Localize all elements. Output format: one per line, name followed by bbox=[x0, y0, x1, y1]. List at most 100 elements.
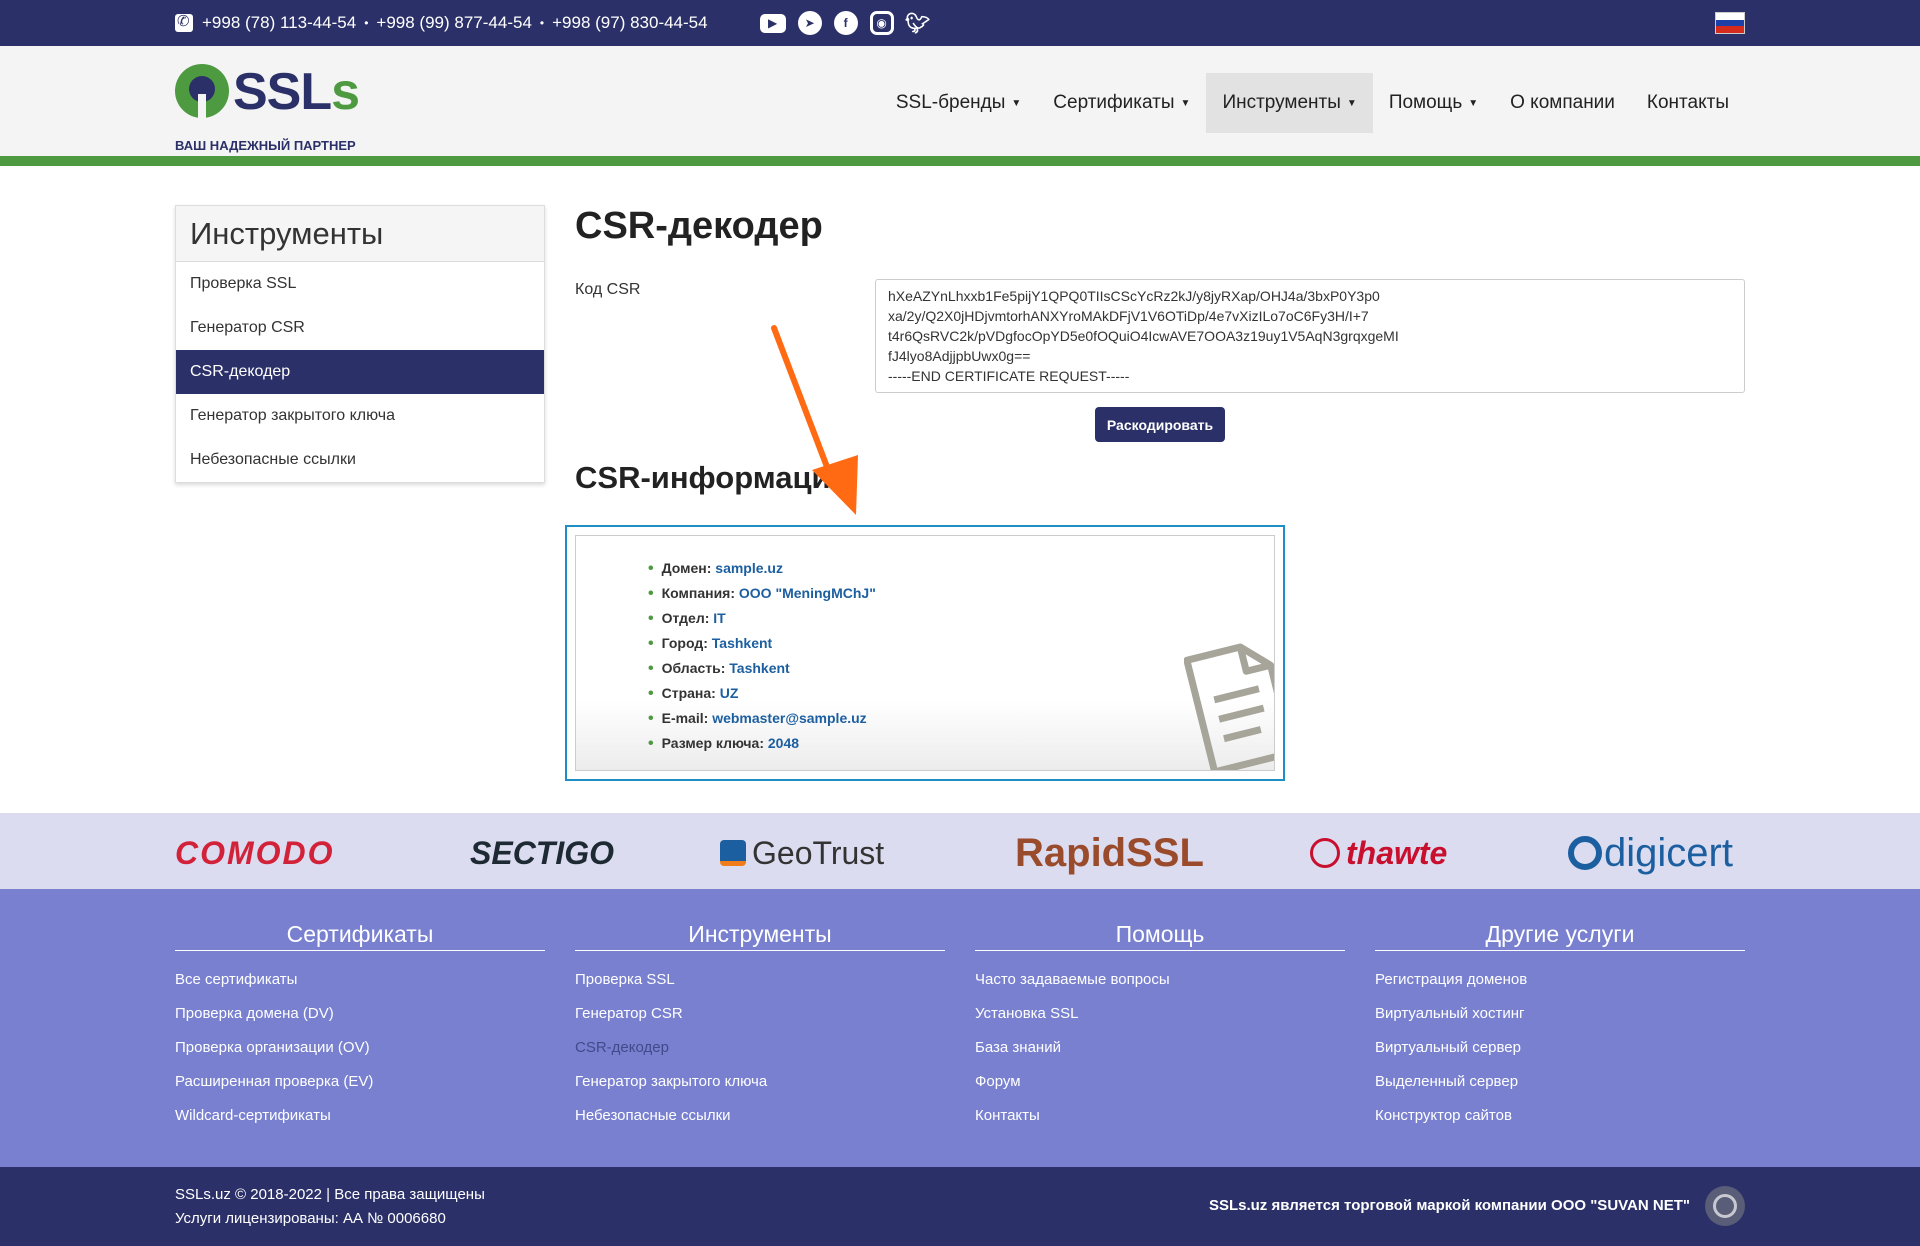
license-text: Услуги лицензированы: АА № 0006680 bbox=[175, 1210, 446, 1227]
footer-link[interactable]: Установка SSL bbox=[975, 997, 1345, 1031]
nav-about[interactable]: О компании bbox=[1494, 73, 1631, 133]
footer-link[interactable]: Проверка SSL bbox=[575, 963, 945, 997]
csr-textarea[interactable]: · hXeAZYnLhxxb1Fe5pijY1QPQ0TIIsCScYcRz2k… bbox=[875, 279, 1745, 393]
logo-tagline: ВАШ НАДЕЖНЫЙ ПАРТНЕР bbox=[175, 138, 356, 153]
sidebar-item-csr-generator[interactable]: Генератор CSR bbox=[176, 306, 544, 350]
brand-logo-thawte[interactable]: thawte bbox=[1310, 833, 1447, 873]
csr-line: · bbox=[888, 280, 1732, 286]
brand-strip: COMODO SECTIGO GeoTrust RapidSSL thawte … bbox=[0, 813, 1920, 889]
keyhole-logo-icon bbox=[175, 64, 229, 118]
twitter-icon[interactable]: 🐦︎ bbox=[905, 11, 930, 35]
tools-sidebar: Инструменты Проверка SSL Генератор CSR C… bbox=[175, 205, 545, 483]
footer-column-help: Помощь Часто задаваемые вопросы Установк… bbox=[975, 921, 1345, 1133]
nav-certificates[interactable]: Сертификаты ▼ bbox=[1037, 73, 1206, 133]
phone-icon bbox=[175, 12, 193, 32]
nav-contacts[interactable]: Контакты bbox=[1631, 73, 1745, 133]
page-title: CSR-декодер bbox=[575, 205, 823, 247]
footer-link[interactable]: Проверка домена (DV) bbox=[175, 997, 545, 1031]
sidebar-title: Инструменты bbox=[176, 206, 544, 262]
brand-logo-sectigo[interactable]: SECTIGO bbox=[470, 833, 614, 873]
instagram-icon[interactable]: ◉ bbox=[869, 11, 894, 35]
scroll-to-top-button[interactable] bbox=[1705, 1186, 1745, 1226]
footer-link[interactable]: Все сертификаты bbox=[175, 963, 545, 997]
header-divider bbox=[0, 156, 1920, 166]
phone-number[interactable]: +998 (99) 877-44-54 bbox=[376, 13, 531, 33]
info-key-size: Размер ключа: 2048 bbox=[648, 731, 876, 756]
separator-dot: • bbox=[539, 16, 545, 30]
info-company: Компания: ООО "MeningMChJ" bbox=[648, 581, 876, 606]
csr-code-label: Код CSR bbox=[575, 281, 641, 298]
sidebar-item-csr-decoder[interactable]: CSR-декодер bbox=[176, 350, 544, 394]
logo-text: SSLs bbox=[233, 63, 360, 121]
footer-column-certificates: Сертификаты Все сертификаты Проверка дом… bbox=[175, 921, 545, 1133]
brand-logo-digicert[interactable]: digicert bbox=[1568, 831, 1733, 875]
separator-dot: • bbox=[364, 16, 369, 30]
footer-link[interactable]: Регистрация доменов bbox=[1375, 963, 1745, 997]
sidebar-item-ssl-check[interactable]: Проверка SSL bbox=[176, 262, 544, 306]
sidebar-item-unsafe-links[interactable]: Небезопасные ссылки bbox=[176, 438, 544, 482]
site-header: SSLs ВАШ НАДЕЖНЫЙ ПАРТНЕР SSL-бренды ▼ Се… bbox=[0, 46, 1920, 156]
csr-info-panel: Домен: sample.uz Компания: ООО "MeningMC… bbox=[565, 525, 1285, 781]
brand-logo-comodo[interactable]: COMODO bbox=[175, 833, 335, 873]
footer-column-title: Инструменты bbox=[575, 921, 945, 951]
sidebar-item-private-key-generator[interactable]: Генератор закрытого ключа bbox=[176, 394, 544, 438]
csr-info-list: Домен: sample.uz Компания: ООО "MeningMC… bbox=[648, 556, 876, 756]
footer-link[interactable]: Генератор CSR bbox=[575, 997, 945, 1031]
youtube-icon[interactable]: ▶ bbox=[759, 13, 786, 33]
caret-down-icon: ▼ bbox=[1180, 97, 1191, 109]
phone-number[interactable]: +998 (78) 113-44-54 bbox=[202, 13, 356, 33]
csr-info-card: Домен: sample.uz Компания: ООО "MeningMC… bbox=[575, 535, 1275, 771]
footer-link[interactable]: Wildcard-сертификаты bbox=[175, 1099, 545, 1133]
footer-link[interactable]: Контакты bbox=[975, 1099, 1345, 1133]
russian-flag-icon[interactable] bbox=[1715, 12, 1745, 34]
geotrust-icon bbox=[720, 840, 746, 866]
main-nav: SSL-бренды ▼ Сертификаты ▼ Инструменты ▼ По… bbox=[880, 73, 1745, 133]
footer-link[interactable]: Часто задаваемые вопросы bbox=[975, 963, 1345, 997]
site-footer: Сертификаты Все сертификаты Проверка дом… bbox=[0, 889, 1920, 1167]
footer-column-title: Сертификаты bbox=[175, 921, 545, 951]
caret-down-icon: ▼ bbox=[1011, 97, 1022, 109]
brand-logo-geotrust[interactable]: GeoTrust bbox=[720, 833, 884, 873]
footer-link[interactable]: Проверка организации (OV) bbox=[175, 1031, 545, 1065]
decode-button[interactable]: Раскодировать bbox=[1095, 407, 1225, 442]
phone-number[interactable]: +998 (97) 830-44-54 bbox=[552, 13, 707, 33]
info-city: Город: Tashkent bbox=[648, 631, 876, 656]
footer-link[interactable]: Виртуальный сервер bbox=[1375, 1031, 1745, 1065]
brand-logo-rapidssl[interactable]: RapidSSL bbox=[1015, 831, 1204, 875]
footer-link[interactable]: Небезопасные ссылки bbox=[575, 1099, 945, 1133]
nav-ssl-brands[interactable]: SSL-бренды ▼ bbox=[880, 73, 1037, 133]
csr-line: fJ4lyo8AdjjpbUwx0g== bbox=[888, 348, 1031, 364]
telegram-icon[interactable]: ➤ bbox=[797, 11, 822, 35]
caret-down-icon: ▼ bbox=[1468, 97, 1479, 109]
facebook-icon[interactable]: f bbox=[833, 11, 858, 35]
info-department: Отдел: IT bbox=[648, 606, 876, 631]
document-icon bbox=[1184, 643, 1274, 770]
nav-tools[interactable]: Инструменты ▼ bbox=[1206, 73, 1373, 133]
footer-link[interactable]: Генератор закрытого ключа bbox=[575, 1065, 945, 1099]
top-bar: +998 (78) 113-44-54 • +998 (99) 877-44-5… bbox=[0, 0, 1920, 46]
site-logo[interactable]: SSLs ВАШ НАДЕЖНЫЙ ПАРТНЕР bbox=[175, 62, 375, 153]
footer-link[interactable]: Форум bbox=[975, 1065, 1345, 1099]
info-country: Страна: UZ bbox=[648, 681, 876, 706]
footer-link[interactable]: Расширенная проверка (EV) bbox=[175, 1065, 545, 1099]
footer-link[interactable]: База знаний bbox=[975, 1031, 1345, 1065]
csr-line: t4r6QsRVC2k/pVDgfocOpYD5e0fOQuiO4IcwAVE7… bbox=[888, 328, 1399, 344]
footer-link[interactable]: Выделенный сервер bbox=[1375, 1065, 1745, 1099]
footer-column-title: Помощь bbox=[975, 921, 1345, 951]
csr-line: -----END CERTIFICATE REQUEST----- bbox=[888, 368, 1130, 384]
copyright-text: SSLs.uz © 2018-2022 | Все права защищены bbox=[175, 1186, 485, 1203]
footer-link[interactable]: Виртуальный хостинг bbox=[1375, 997, 1745, 1031]
footer-link-current[interactable]: CSR-декодер bbox=[575, 1031, 945, 1065]
info-domain: Домен: sample.uz bbox=[648, 556, 876, 581]
csr-line: xa/2y/Q2X0jHDjvmtorhANXYroMAkDFjV1V6OTiD… bbox=[888, 308, 1369, 324]
info-region: Область: Tashkent bbox=[648, 656, 876, 681]
footer-link[interactable]: Конструктор сайтов bbox=[1375, 1099, 1745, 1133]
nav-help[interactable]: Помощь ▼ bbox=[1373, 73, 1494, 133]
footer-column-other-services: Другие услуги Регистрация доменов Виртуа… bbox=[1375, 921, 1745, 1133]
phone-list: +998 (78) 113-44-54 • +998 (99) 877-44-5… bbox=[202, 13, 708, 33]
social-links: ▶ ➤ f ◉ 🐦︎ bbox=[759, 11, 930, 35]
copyright-block: SSLs.uz © 2018-2022 | Все права защищены… bbox=[175, 1183, 485, 1231]
csr-line: hXeAZYnLhxxb1Fe5pijY1QPQ0TIIsCScYcRz2kJ/… bbox=[888, 288, 1380, 304]
info-email: E-mail: webmaster@sample.uz bbox=[648, 706, 876, 731]
annotation-arrow-icon bbox=[771, 325, 858, 515]
